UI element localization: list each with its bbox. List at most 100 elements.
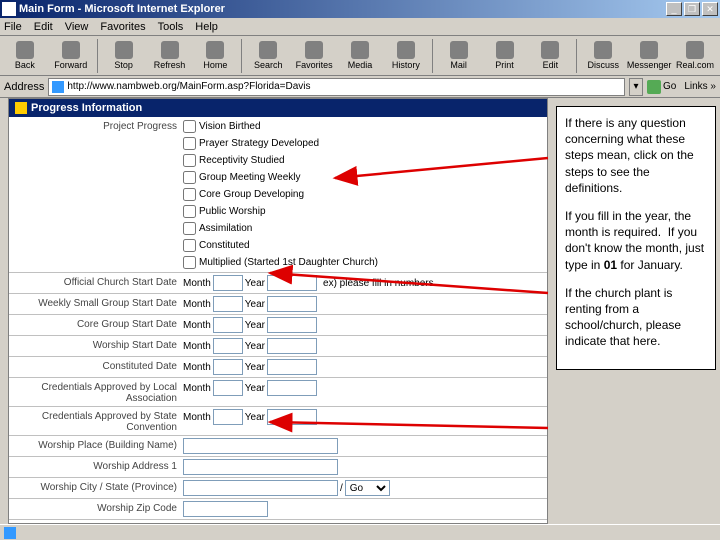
row-cred-local: Credentials Approved by Local Associatio… [9,378,547,407]
address-dropdown[interactable]: ▾ [629,78,643,96]
window-controls: _ ❐ ✕ [666,2,718,16]
star-icon [305,41,323,59]
official-year-input[interactable] [267,275,317,291]
go-icon [647,80,661,94]
go-button[interactable]: Go [647,80,676,94]
history-button[interactable]: History [383,38,429,74]
stop-button[interactable]: Stop [101,38,147,74]
media-button[interactable]: Media [337,38,383,74]
credstate-month-input[interactable] [213,409,243,425]
check-group-meeting[interactable]: Group Meeting Weekly [183,171,543,184]
label-weekly-start: Weekly Small Group Start Date [13,296,183,309]
label-worship-citystate: Worship City / State (Province) [13,480,183,493]
row-constituted: Constituted Date MonthYear [9,357,547,378]
worship-month-input[interactable] [213,338,243,354]
row-worship-start: Worship Start Date MonthYear [9,336,547,357]
maximize-button[interactable]: ❐ [684,2,700,16]
menu-edit[interactable]: Edit [34,21,53,33]
status-icon [4,527,16,539]
progress-form: Progress Information Project Progress Vi… [8,98,548,524]
mail-icon [450,41,468,59]
label-constituted: Constituted Date [13,359,183,372]
label-official-start: Official Church Start Date [13,275,183,288]
row-core-start: Core Group Start Date MonthYear [9,315,547,336]
print-icon [496,41,514,59]
address-input[interactable]: http://www.nambweb.org/MainForm.asp?Flor… [48,78,625,96]
official-month-input[interactable] [213,275,243,291]
credlocal-month-input[interactable] [213,380,243,396]
close-button[interactable]: ✕ [702,2,718,16]
messenger-button[interactable]: Messenger [626,38,672,74]
media-icon [351,41,369,59]
credstate-year-input[interactable] [267,409,317,425]
refresh-button[interactable]: Refresh [147,38,193,74]
weekly-year-input[interactable] [267,296,317,312]
address-bar: Address http://www.nambweb.org/MainForm.… [0,76,720,98]
check-core-group[interactable]: Core Group Developing [183,188,543,201]
edit-button[interactable]: Edit [527,38,573,74]
menu-help[interactable]: Help [195,21,218,33]
note-p3: If the church plant is renting from a sc… [565,285,707,350]
minimize-button[interactable]: _ [666,2,682,16]
worship-year-input[interactable] [267,338,317,354]
menu-tools[interactable]: Tools [158,21,184,33]
back-button[interactable]: Back [2,38,48,74]
mail-button[interactable]: Mail [436,38,482,74]
search-icon [259,41,277,59]
slash: / [340,483,343,494]
core-month-input[interactable] [213,317,243,333]
credlocal-year-input[interactable] [267,380,317,396]
check-assimilation[interactable]: Assimilation [183,222,543,235]
realcom-button[interactable]: Real.com [672,38,718,74]
forward-button[interactable]: Forward [48,38,94,74]
example-text: ex) please fill in numbers. [323,278,436,289]
check-multiplied[interactable]: Multiplied (Started 1st Daughter Church) [183,256,543,269]
label-cred-local: Credentials Approved by Local Associatio… [13,380,183,404]
window-title: Main Form - Microsoft Internet Explorer [19,3,666,15]
menu-file[interactable]: File [4,21,22,33]
favorites-button[interactable]: Favorites [291,38,337,74]
menu-view[interactable]: View [65,21,89,33]
row-worship-place: Worship Place (Building Name) [9,436,547,457]
label-project-progress: Project Progress [13,119,183,132]
search-button[interactable]: Search [245,38,291,74]
realcom-icon [686,41,704,59]
edit-icon [541,41,559,59]
toolbar: Back Forward Stop Refresh Home Search Fa… [0,36,720,76]
row-official-start: Official Church Start Date MonthYearex) … [9,273,547,294]
check-public-worship[interactable]: Public Worship [183,205,543,218]
label-worship-start: Worship Start Date [13,338,183,351]
check-vision-birthed[interactable]: Vision Birthed [183,120,543,133]
worship-addr1-input[interactable] [183,459,338,475]
core-year-input[interactable] [267,317,317,333]
label-worship-addr1: Worship Address 1 [13,459,183,472]
note-p1: If there is any question concerning what… [565,115,707,196]
window-titlebar: Main Form - Microsoft Internet Explorer … [0,0,720,18]
menu-bar: File Edit View Favorites Tools Help [0,18,720,36]
constituted-year-input[interactable] [267,359,317,375]
worship-city-input[interactable] [183,480,338,496]
constituted-month-input[interactable] [213,359,243,375]
home-icon [206,41,224,59]
worship-state-select[interactable]: Go [345,480,390,496]
refresh-icon [161,41,179,59]
label-cred-state: Credentials Approved by State Convention [13,409,183,433]
row-worship-citystate: Worship City / State (Province) /Go [9,478,547,499]
print-button[interactable]: Print [482,38,528,74]
home-button[interactable]: Home [192,38,238,74]
menu-favorites[interactable]: Favorites [100,21,145,33]
links-label[interactable]: Links » [684,81,716,92]
check-prayer-strategy[interactable]: Prayer Strategy Developed [183,137,543,150]
row-worship-addr1: Worship Address 1 [9,457,547,478]
worship-place-input[interactable] [183,438,338,454]
worship-zip-input[interactable] [183,501,268,517]
address-label: Address [4,81,44,93]
row-worship-zip: Worship Zip Code [9,499,547,520]
label-worship-zip: Worship Zip Code [13,501,183,514]
weekly-month-input[interactable] [213,296,243,312]
check-constituted[interactable]: Constituted [183,239,543,252]
app-icon [2,2,16,16]
check-receptivity[interactable]: Receptivity Studied [183,154,543,167]
history-icon [397,41,415,59]
discuss-button[interactable]: Discuss [580,38,626,74]
